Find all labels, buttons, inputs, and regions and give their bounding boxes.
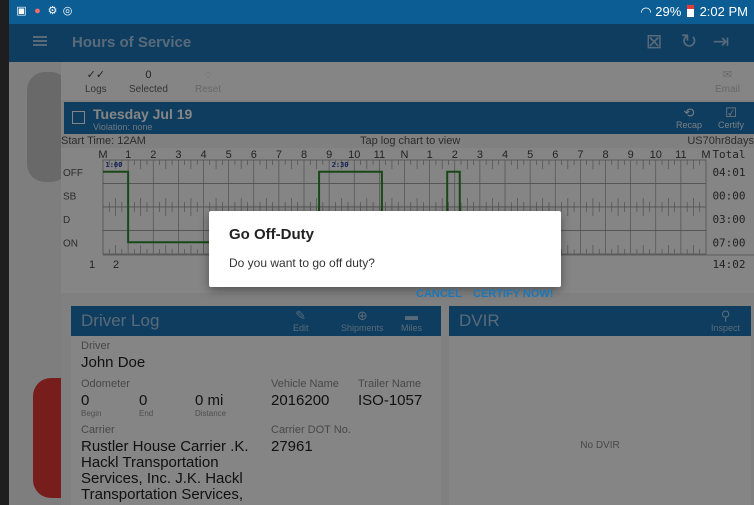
alert-icon: ●: [34, 5, 41, 17]
gallery-icon: ▣: [16, 5, 27, 17]
battery-icon: [686, 5, 694, 17]
clock: 2:02 PM: [699, 4, 748, 19]
status-right: ◠ 29% 2:02 PM: [640, 4, 748, 20]
device-frame: ▣ ● ⚙ ◎ ◠ 29% 2:02 PM Hours of Service ⊠…: [0, 0, 754, 505]
dialog-title: Go Off-Duty: [229, 226, 314, 243]
sync-icon: ◎: [62, 5, 73, 17]
certify-now-button[interactable]: CERTIFY NOW!: [473, 288, 553, 300]
wifi-icon: ◠: [640, 4, 652, 19]
battery-percent: 29%: [655, 4, 682, 19]
status-bar: ▣ ● ⚙ ◎ ◠ 29% 2:02 PM: [9, 0, 754, 24]
dialog-message: Do you want to go off duty?: [229, 256, 375, 270]
off-duty-dialog: Go Off-Duty Do you want to go off duty? …: [209, 211, 561, 300]
cancel-button[interactable]: CANCEL: [416, 288, 462, 300]
hotspot-icon: ⚙: [47, 5, 58, 17]
